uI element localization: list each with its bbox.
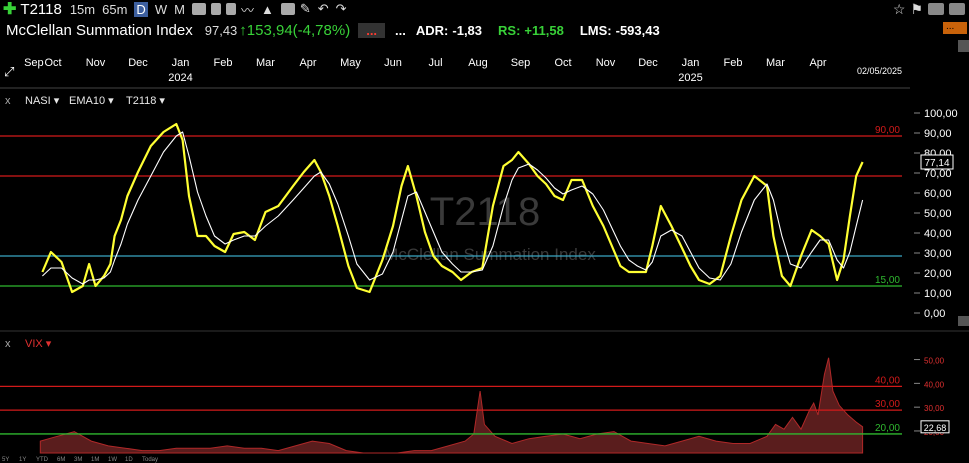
month-tick-label: Jul	[428, 57, 442, 69]
y-tick-label: 90,00	[924, 128, 952, 140]
y-tick-label: 60,00	[924, 188, 952, 200]
range-button-ytd[interactable]: YTD	[36, 457, 49, 463]
month-tick-label: Oct	[44, 57, 61, 69]
range-button-1m[interactable]: 1M	[91, 457, 99, 463]
range-button-5y[interactable]: 5Y	[2, 457, 9, 463]
vix-last-value-label: 22,68	[924, 423, 947, 433]
current-date-label: 02/05/2025	[857, 66, 902, 76]
month-tick-label: Nov	[86, 57, 106, 69]
month-tick-label: Jun	[384, 57, 402, 69]
range-button-1w[interactable]: 1W	[108, 457, 117, 463]
range-button-3m[interactable]: 3M	[74, 457, 82, 463]
y-tick-label: 70,00	[924, 168, 952, 180]
level-label-90: 90,00	[875, 125, 900, 136]
vix-close-icon[interactable]: x	[5, 338, 11, 350]
vix-level-label-20: 20,00	[875, 423, 900, 434]
vix-area	[39, 357, 864, 454]
level-label-15: 15,00	[875, 275, 900, 286]
y-tick-label: 30,00	[924, 248, 952, 260]
month-tick-label: Mar	[766, 57, 785, 69]
vix-y-tick-label: 30,00	[924, 404, 945, 413]
watermark-symbol: T2118	[430, 190, 540, 234]
range-button-1d[interactable]: 1D	[125, 457, 133, 463]
expand-icon[interactable]: ⤢	[4, 64, 14, 79]
legend-vix[interactable]: VIX ▾	[25, 338, 52, 350]
y-tick-label: 0,00	[924, 308, 945, 320]
watermark-name: McClellan Summation Index	[384, 245, 596, 264]
y-tick-label: 40,00	[924, 228, 952, 240]
month-tick-label: Jan	[682, 57, 700, 69]
month-tick-label: Aug	[468, 57, 488, 69]
month-tick-label: May	[340, 57, 361, 69]
vix-y-tick-label: 50,00	[924, 357, 945, 366]
month-tick-label: Feb	[724, 57, 743, 69]
month-tick-label: Jan	[172, 57, 190, 69]
last-value-label: 77,14	[924, 158, 949, 169]
month-tick-label: Oct	[554, 57, 571, 69]
month-tick-label: Sep	[511, 57, 531, 69]
legend-ema10[interactable]: EMA10 ▾	[69, 95, 114, 107]
panel-resize-handle[interactable]	[958, 316, 969, 326]
y-tick-label: 20,00	[924, 268, 952, 280]
month-tick-label: Mar	[256, 57, 275, 69]
legend-nasi[interactable]: NASI ▾	[25, 95, 60, 107]
panel-close-icon[interactable]: x	[5, 95, 11, 107]
vix-level-label-30: 30,00	[875, 399, 900, 410]
vix-y-tick-label: 40,00	[924, 380, 945, 389]
month-tick-label: Apr	[809, 57, 826, 69]
year-tick-label: 2024	[168, 72, 192, 84]
y-tick-label: 10,00	[924, 288, 952, 300]
month-tick-label: Nov	[596, 57, 616, 69]
vix-level-label-40: 40,00	[875, 375, 900, 386]
month-tick-label: Sep	[24, 57, 44, 69]
legend-t2118[interactable]: T2118 ▾	[126, 95, 165, 107]
y-tick-label: 100,00	[924, 108, 958, 120]
range-button-1y[interactable]: 1Y	[19, 457, 26, 463]
range-button-6m[interactable]: 6M	[57, 457, 65, 463]
month-tick-label: Dec	[638, 57, 658, 69]
year-tick-label: 2025	[678, 72, 702, 84]
month-tick-label: Apr	[299, 57, 316, 69]
range-button-today[interactable]: Today	[142, 457, 158, 463]
y-tick-label: 50,00	[924, 208, 952, 220]
month-tick-label: Dec	[128, 57, 148, 69]
month-tick-label: Feb	[214, 57, 233, 69]
chart-area[interactable]: Sep Oct Nov Dec Jan2024Feb Mar Apr May Jun Jul Aug…	[0, 0, 969, 463]
panel-scroll-handle[interactable]	[958, 40, 969, 52]
